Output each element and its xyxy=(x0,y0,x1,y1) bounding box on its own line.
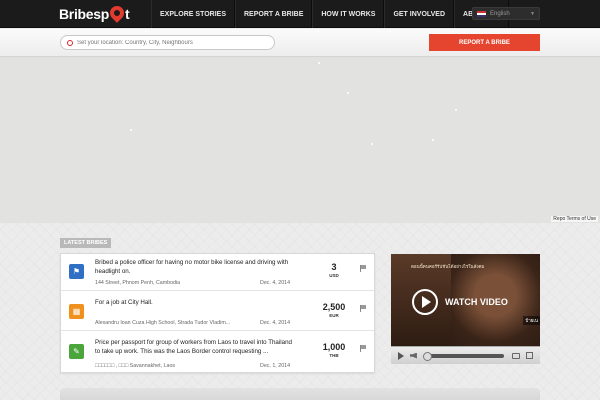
bribe-title[interactable]: For a job at City Hall. xyxy=(95,299,295,308)
play-icon[interactable] xyxy=(412,289,438,315)
nav-report-a-bribe[interactable]: Report a Bribe xyxy=(235,0,313,28)
search-icon xyxy=(67,39,73,46)
location-pin-icon xyxy=(107,3,127,23)
language-label: English xyxy=(490,10,510,17)
play-small-icon[interactable] xyxy=(398,351,404,360)
nav-explore-stories[interactable]: Explore Stories xyxy=(151,0,235,28)
language-select[interactable]: English ▼ xyxy=(472,7,540,20)
top-navigation-bar: Bribesp t Explore Stories Report a Bribe … xyxy=(0,0,600,28)
chevron-down-icon: ▼ xyxy=(530,10,535,17)
watch-video-label[interactable]: WATCH VIDEO xyxy=(445,297,508,307)
police-icon: ⚑ xyxy=(69,264,84,279)
map-marker[interactable] xyxy=(347,92,349,94)
map-marker[interactable] xyxy=(432,139,434,141)
bribe-list-item[interactable]: ✎ Price per passport for group of worker… xyxy=(61,334,374,373)
building-icon: ▦ xyxy=(69,304,84,319)
video-controls xyxy=(391,346,540,364)
video-caption: ตอนนี้คนคอร์รัปชันได้อย่างไรในสังคม xyxy=(411,264,485,269)
latest-bribes-label: Latest bribes xyxy=(60,238,112,248)
report-flag-icon[interactable] xyxy=(360,265,366,272)
bribe-amount: 3 USD xyxy=(317,262,351,278)
report-flag-icon[interactable] xyxy=(360,345,366,352)
bribe-title[interactable]: Bribed a police officer for having no mo… xyxy=(95,259,295,276)
map-marker[interactable] xyxy=(455,109,457,111)
map-marker[interactable] xyxy=(371,143,373,145)
video-caption-right: ป้ายเน xyxy=(523,316,540,325)
bribe-currency: THB xyxy=(329,353,339,358)
bribe-date: Dec. 4, 2014 xyxy=(260,320,291,326)
nav-get-involved[interactable]: Get Involved xyxy=(384,0,455,28)
bribe-amount-value: 2,500 xyxy=(322,302,346,312)
logo-text-end: t xyxy=(125,6,130,22)
bribespot-logo[interactable]: Bribesp t xyxy=(59,3,130,23)
video-progress-bar[interactable] xyxy=(422,351,505,361)
bribe-currency: EUR xyxy=(329,313,339,318)
map-attribution[interactable]: Repo Terms of Use xyxy=(551,216,598,222)
report-flag-icon[interactable] xyxy=(360,305,366,312)
bribe-currency: USD xyxy=(329,273,339,278)
bribe-title[interactable]: Price per passport for group of workers … xyxy=(95,339,295,356)
fullscreen-icon[interactable] xyxy=(526,352,533,359)
location-search-bar: Report a Bribe xyxy=(0,29,600,57)
document-icon: ✎ xyxy=(69,344,84,359)
latest-bribes-list: ⚑ Bribed a police officer for having no … xyxy=(60,253,375,373)
map-marker[interactable] xyxy=(318,62,320,64)
map-marker[interactable] xyxy=(130,129,132,131)
logo-text: Bribesp xyxy=(59,6,110,22)
bribe-amount-value: 3 xyxy=(331,262,337,272)
bribe-amount: 2,500 EUR xyxy=(317,302,351,318)
nav-how-it-works[interactable]: How it works xyxy=(312,0,385,28)
map-view[interactable]: Repo Terms of Use xyxy=(0,57,600,223)
main-nav: Explore Stories Report a Bribe How it wo… xyxy=(151,0,509,28)
location-search-input[interactable] xyxy=(77,39,267,46)
bribe-amount: 1,000 THB xyxy=(317,342,351,358)
report-a-bribe-button[interactable]: Report a Bribe xyxy=(429,34,540,51)
footer-edge xyxy=(60,388,540,400)
uk-flag-icon xyxy=(477,10,486,17)
bribe-amount-value: 1,000 xyxy=(322,342,346,352)
bribe-list-item[interactable]: ⚑ Bribed a police officer for having no … xyxy=(61,254,374,291)
location-search-field[interactable] xyxy=(60,35,275,50)
bribe-list-item[interactable]: ▦ For a job at City Hall. Alexandru Ioan… xyxy=(61,294,374,331)
bribe-date: Dec. 1, 2014 xyxy=(260,363,291,369)
bribe-date: Dec. 4, 2014 xyxy=(260,280,291,286)
volume-icon[interactable] xyxy=(410,352,417,359)
captions-icon[interactable] xyxy=(512,352,521,359)
